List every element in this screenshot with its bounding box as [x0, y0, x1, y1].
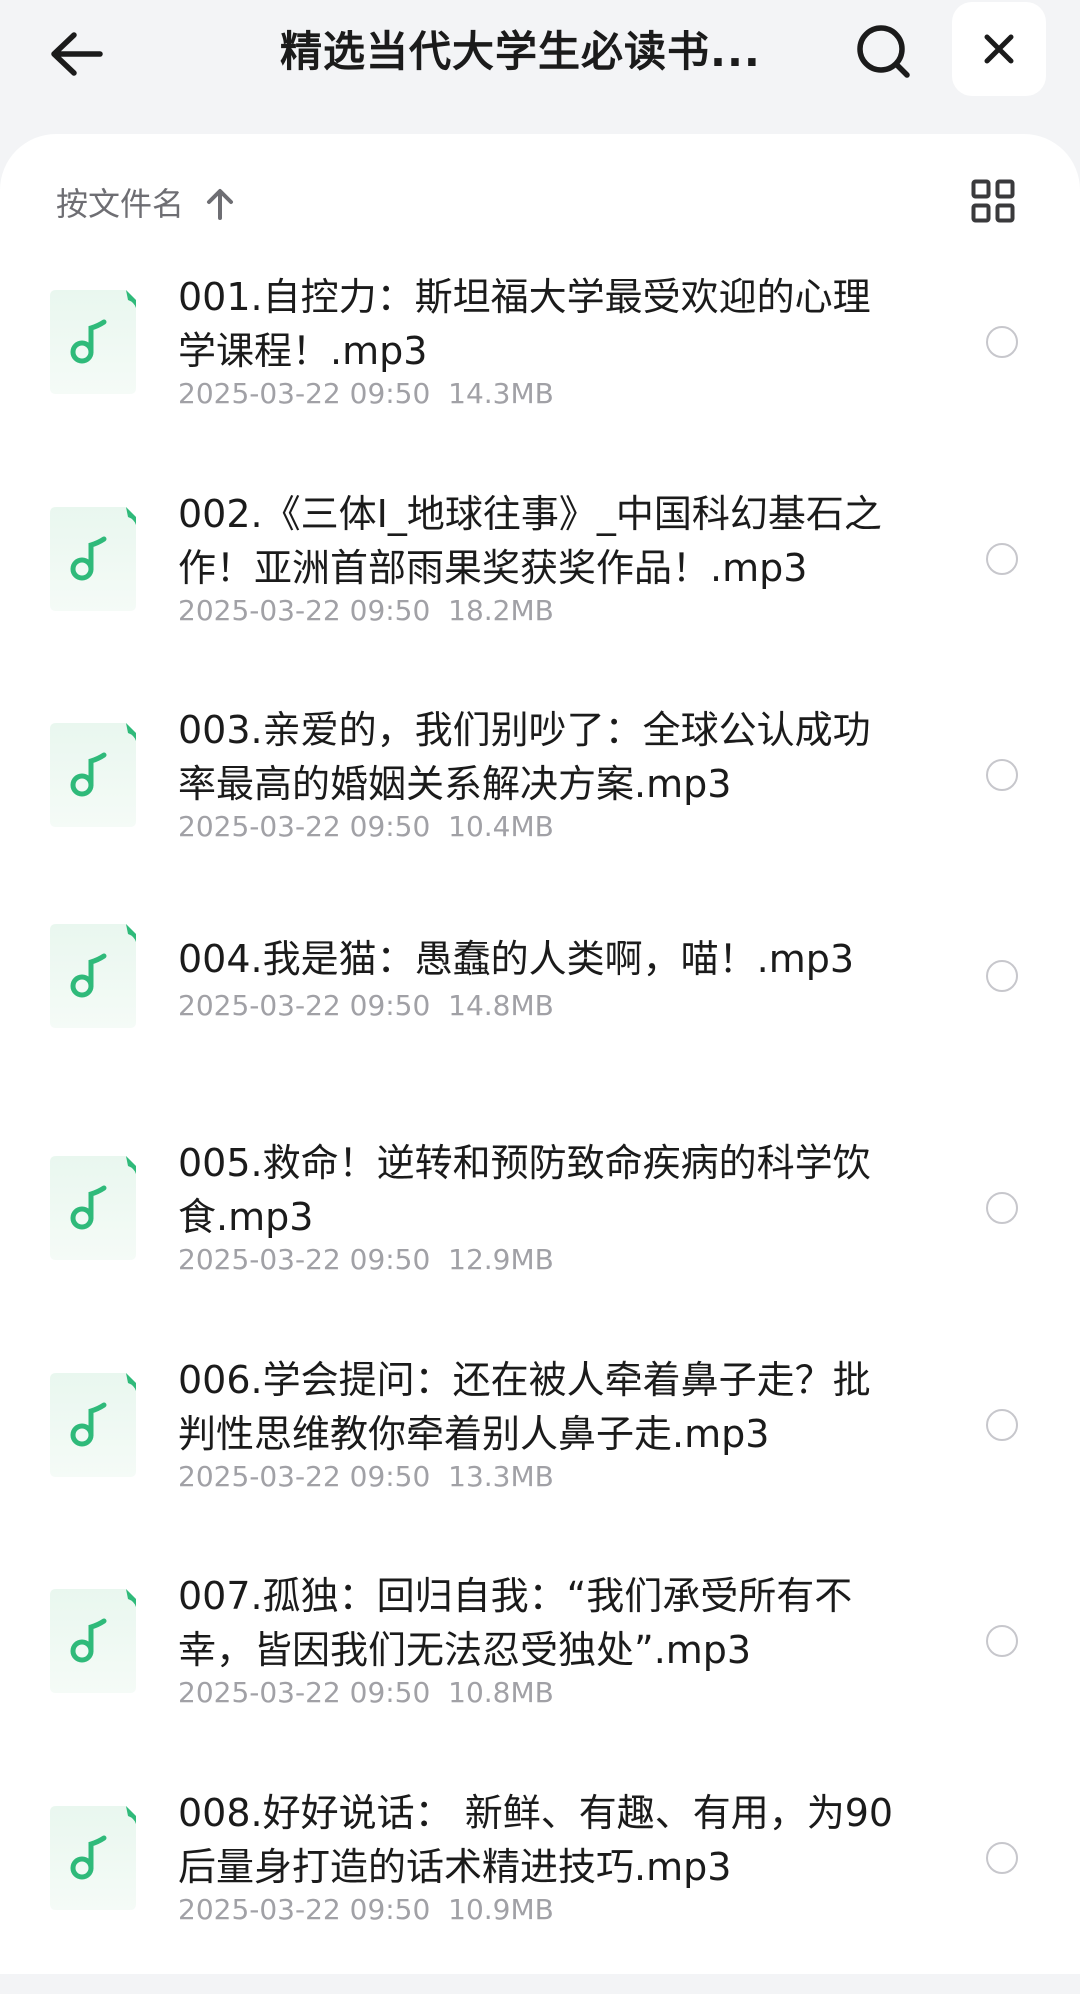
audio-file-icon	[50, 1156, 136, 1260]
audio-file-icon	[50, 924, 136, 1028]
file-date: 2025-03-22 09:50	[178, 989, 430, 1022]
file-meta: 2025-03-22 09:50 10.8MB	[178, 1675, 554, 1711]
file-date: 2025-03-22 09:50	[178, 810, 430, 843]
file-meta: 2025-03-22 09:50 10.9MB	[178, 1892, 554, 1928]
arrow-up-icon	[202, 186, 238, 222]
audio-file-icon	[50, 1806, 136, 1910]
grid-view-button[interactable]	[966, 174, 1020, 228]
file-meta: 2025-03-22 09:50 14.3MB	[178, 376, 554, 412]
select-radio[interactable]	[986, 759, 1018, 791]
file-size: 12.9MB	[448, 1243, 554, 1276]
file-date: 2025-03-22 09:50	[178, 377, 430, 410]
file-row[interactable]: 007.孤独：回归自我：“我们承受所有不幸，皆因我们无法忍受独处”.mp3 20…	[0, 1561, 1080, 1778]
file-row[interactable]: 001.自控力：斯坦福大学最受欢迎的心理学课程！.mp3 2025-03-22 …	[0, 262, 1080, 479]
audio-file-icon	[50, 1589, 136, 1693]
file-size: 10.9MB	[448, 1893, 554, 1926]
file-meta: 2025-03-22 09:50 10.4MB	[178, 809, 554, 845]
file-name: 006.学会提问：还在被人牵着鼻子走？批判性思维教你牵着别人鼻子走.mp3	[178, 1353, 898, 1461]
select-radio[interactable]	[986, 326, 1018, 358]
file-list-panel: 按文件名	[0, 134, 1080, 1974]
select-radio[interactable]	[986, 543, 1018, 575]
file-name: 003.亲爱的，我们别吵了：全球公认成功率最高的婚姻关系解决方案.mp3	[178, 703, 898, 811]
file-row[interactable]: 008.好好说话： 新鲜、有趣、有用，为90后量身打造的话术精进技巧.mp3 2…	[0, 1778, 1080, 1994]
file-size: 10.4MB	[448, 810, 554, 843]
file-size: 18.2MB	[448, 594, 554, 627]
file-list: 001.自控力：斯坦福大学最受欢迎的心理学课程！.mp3 2025-03-22 …	[0, 262, 1080, 1994]
select-radio[interactable]	[986, 1409, 1018, 1441]
file-date: 2025-03-22 09:50	[178, 594, 430, 627]
file-name: 008.好好说话： 新鲜、有趣、有用，为90后量身打造的话术精进技巧.mp3	[178, 1786, 898, 1894]
back-button[interactable]	[40, 18, 112, 90]
file-date: 2025-03-22 09:50	[178, 1243, 430, 1276]
file-name: 005.救命！逆转和预防致命疾病的科学饮食.mp3	[178, 1136, 898, 1244]
file-date: 2025-03-22 09:50	[178, 1460, 430, 1493]
file-size: 10.8MB	[448, 1676, 554, 1709]
file-name: 002.《三体I_地球往事》_中国科幻基石之作！亚洲首部雨果奖获奖作品！.mp3	[178, 487, 898, 595]
file-meta: 2025-03-22 09:50 14.8MB	[178, 988, 554, 1024]
sort-control[interactable]: 按文件名	[56, 174, 238, 234]
file-size: 14.8MB	[448, 989, 554, 1022]
file-size: 14.3MB	[448, 377, 554, 410]
sort-label: 按文件名	[56, 174, 184, 234]
audio-file-icon	[50, 1373, 136, 1477]
file-row[interactable]: 003.亲爱的，我们别吵了：全球公认成功率最高的婚姻关系解决方案.mp3 202…	[0, 695, 1080, 912]
search-button[interactable]	[846, 14, 922, 90]
search-icon	[854, 22, 914, 82]
file-date: 2025-03-22 09:50	[178, 1676, 430, 1709]
close-button[interactable]	[952, 2, 1046, 96]
audio-file-icon	[50, 723, 136, 827]
file-meta: 2025-03-22 09:50 18.2MB	[178, 593, 554, 629]
file-date: 2025-03-22 09:50	[178, 1893, 430, 1926]
file-row[interactable]: 004.我是猫：愚蠢的人类啊，喵！.mp3 2025-03-22 09:50 1…	[0, 912, 1080, 1129]
grid-view-icon	[971, 179, 1015, 223]
arrow-left-icon	[48, 31, 104, 77]
top-bar: 精选当代大学生必读书...	[0, 0, 1080, 130]
file-name: 004.我是猫：愚蠢的人类啊，喵！.mp3	[178, 932, 898, 986]
select-radio[interactable]	[986, 1192, 1018, 1224]
file-meta: 2025-03-22 09:50 12.9MB	[178, 1242, 554, 1278]
file-row[interactable]: 006.学会提问：还在被人牵着鼻子走？批判性思维教你牵着别人鼻子走.mp3 20…	[0, 1345, 1080, 1562]
page-title: 精选当代大学生必读书...	[280, 22, 800, 82]
file-name: 007.孤独：回归自我：“我们承受所有不幸，皆因我们无法忍受独处”.mp3	[178, 1569, 898, 1677]
select-radio[interactable]	[986, 1842, 1018, 1874]
file-size: 13.3MB	[448, 1460, 554, 1493]
audio-file-icon	[50, 290, 136, 394]
select-radio[interactable]	[986, 1625, 1018, 1657]
audio-file-icon	[50, 507, 136, 611]
select-radio[interactable]	[986, 960, 1018, 992]
file-meta: 2025-03-22 09:50 13.3MB	[178, 1459, 554, 1495]
close-icon	[982, 32, 1016, 66]
file-name: 001.自控力：斯坦福大学最受欢迎的心理学课程！.mp3	[178, 270, 898, 378]
file-row[interactable]: 002.《三体I_地球往事》_中国科幻基石之作！亚洲首部雨果奖获奖作品！.mp3…	[0, 479, 1080, 696]
file-row[interactable]: 005.救命！逆转和预防致命疾病的科学饮食.mp3 2025-03-22 09:…	[0, 1128, 1080, 1345]
